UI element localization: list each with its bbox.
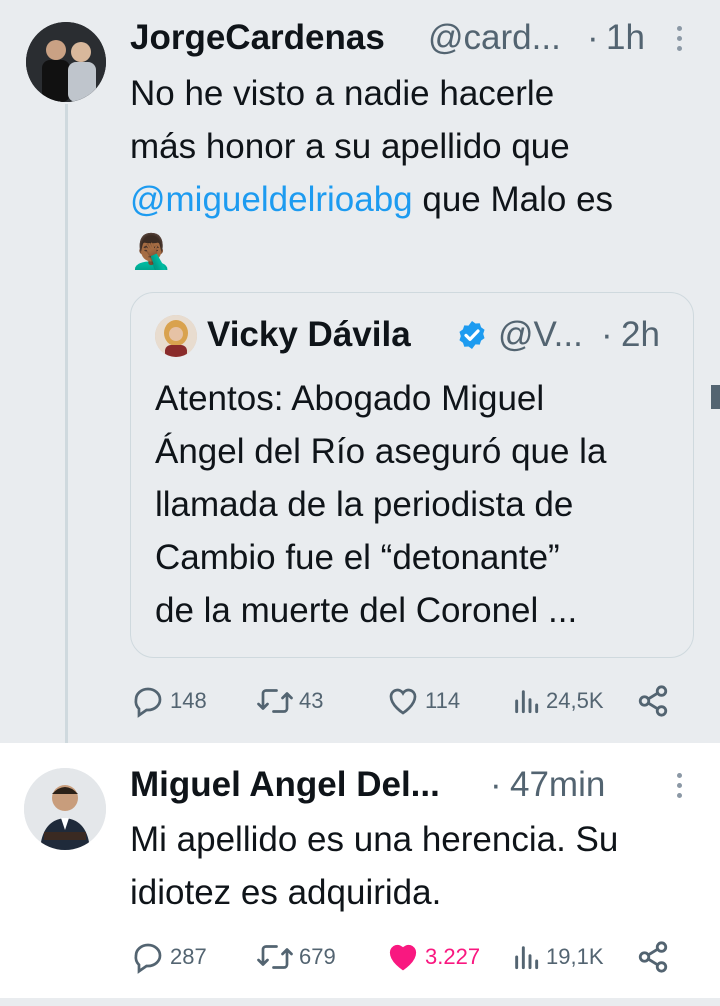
author-name[interactable]: JorgeCardenas xyxy=(130,18,385,58)
quoted-text-line: de la muerte del Coronel ... xyxy=(155,591,578,630)
reply-button[interactable]: 287 xyxy=(130,937,207,977)
tweet-text-line: más honor a su apellido que xyxy=(130,127,570,166)
avatar-vicky-davila xyxy=(155,315,197,357)
reply-count: 287 xyxy=(170,944,207,969)
like-count: 114 xyxy=(425,688,461,713)
separator-dot: · xyxy=(601,315,613,354)
like-button[interactable]: 114 xyxy=(385,681,460,721)
reply-button[interactable]: 148 xyxy=(130,681,207,721)
author-name[interactable]: Miguel Angel Del... xyxy=(130,765,440,805)
views-icon xyxy=(515,690,539,714)
feed-divider xyxy=(0,998,720,1006)
quoted-text-line: Cambio fue el “detonante” xyxy=(155,538,560,577)
tweet-text-line: No he visto a nadie hacerle xyxy=(130,74,555,113)
quoted-author-name: Vicky Dávila xyxy=(207,315,411,354)
tweet-text-fragment: que Malo es xyxy=(412,180,614,219)
reply-icon xyxy=(134,943,162,974)
retweet-icon xyxy=(257,689,293,713)
tweet-jorge-cardenas[interactable]: JorgeCardenas @card... · 1h No he visto … xyxy=(0,0,720,764)
retweet-icon xyxy=(257,945,293,969)
views-count: 24,5K xyxy=(546,688,604,713)
verified-badge-icon xyxy=(456,319,488,351)
tweet-text-line: Mi apellido es una herencia. Su xyxy=(130,820,619,859)
views-button[interactable]: 24,5K xyxy=(510,681,604,721)
quoted-author-handle: @V... xyxy=(498,315,583,354)
views-button[interactable]: 19,1K xyxy=(510,937,604,977)
quoted-text-line: llamada de la periodista de xyxy=(155,485,574,524)
more-icon[interactable] xyxy=(677,773,683,803)
quoted-text-line: Ángel del Río aseguró que la xyxy=(155,432,607,471)
quoted-text-line: Atentos: Abogado Miguel xyxy=(155,379,545,418)
mention-link[interactable]: @migueldelrioabg xyxy=(130,180,413,219)
author-handle[interactable]: @card... xyxy=(428,18,561,58)
facepalm-emoji: 🤦🏾‍♂️ xyxy=(130,233,173,271)
like-button[interactable]: 3.227 xyxy=(385,937,480,977)
tweet-miguel-angel-del-rio[interactable]: Miguel Angel Del... · 47min Mi apellido … xyxy=(0,743,720,1006)
reply-icon xyxy=(134,687,162,718)
retweet-button[interactable]: 679 xyxy=(255,937,336,977)
tweet-actions: 287 679 3.227 19,1K xyxy=(130,937,690,977)
quoted-tweet[interactable]: Vicky Dávila @V... · 2h Atentos: Abogado… xyxy=(130,292,694,658)
scrollbar-thumb[interactable] xyxy=(711,385,720,409)
like-icon xyxy=(389,688,417,715)
share-icon xyxy=(638,685,668,717)
separator-dot: · xyxy=(587,18,599,57)
avatar-jorge-cardenas[interactable] xyxy=(26,22,106,102)
share-button[interactable] xyxy=(636,681,670,721)
tweet-actions: 148 43 114 24,5K xyxy=(130,681,690,721)
views-icon xyxy=(515,946,539,970)
thread-line xyxy=(65,104,68,764)
tweet-time[interactable]: 1h xyxy=(606,18,645,58)
more-icon[interactable] xyxy=(677,26,683,56)
like-icon xyxy=(389,944,417,971)
tweet-text-line: @migueldelrioabg que Malo es xyxy=(130,173,613,226)
retweet-count: 43 xyxy=(299,688,324,713)
like-count: 3.227 xyxy=(425,944,481,969)
share-button[interactable] xyxy=(636,937,670,977)
separator-dot: · xyxy=(490,765,502,804)
views-count: 19,1K xyxy=(546,944,604,969)
tweet-time[interactable]: 47min xyxy=(510,765,605,805)
reply-count: 148 xyxy=(170,688,207,713)
tweet-text-line: idiotez es adquirida. xyxy=(130,873,442,912)
avatar-miguel-angel-del-rio[interactable] xyxy=(24,768,106,850)
quoted-tweet-time: 2h xyxy=(621,315,660,354)
retweet-count: 679 xyxy=(299,944,336,969)
share-icon xyxy=(638,941,668,973)
retweet-button[interactable]: 43 xyxy=(255,681,323,721)
